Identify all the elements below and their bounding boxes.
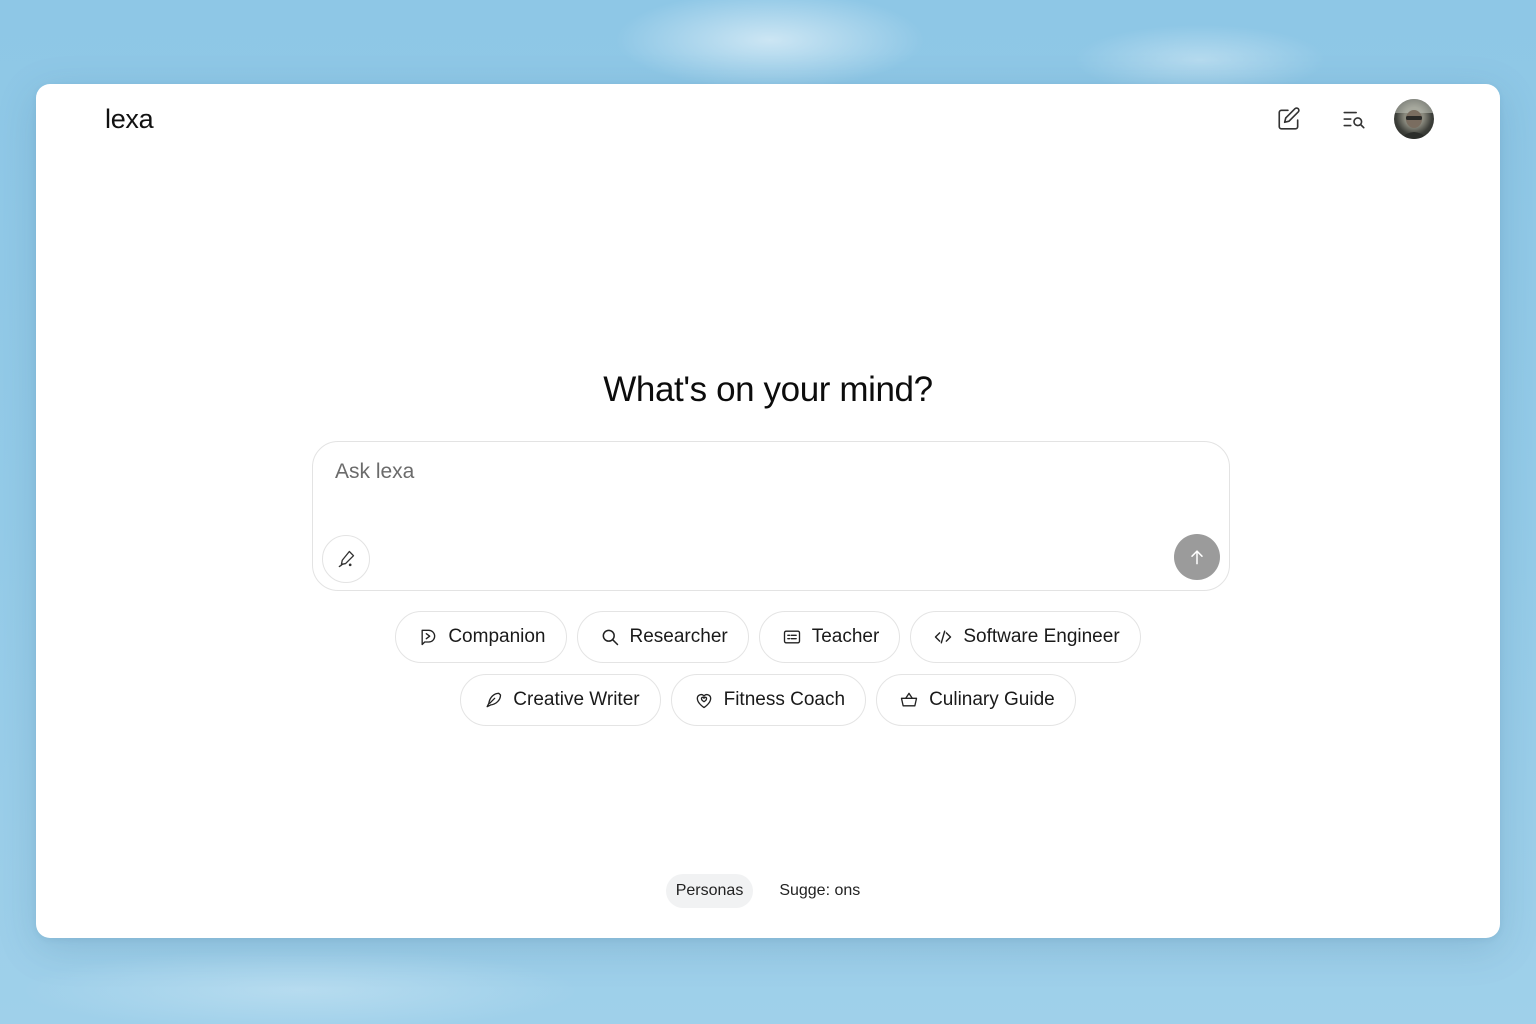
tools-button[interactable]	[322, 535, 370, 583]
board-icon	[783, 630, 800, 644]
persona-label: Teacher	[811, 626, 880, 647]
chat-composer	[312, 441, 1230, 591]
avatar-image	[1394, 99, 1434, 139]
new-chat-button[interactable]	[1272, 102, 1306, 136]
page-headline: What's on your mind?	[603, 370, 933, 409]
app-logo: lexa	[105, 104, 154, 134]
persona-label: Software Engineer	[963, 626, 1120, 647]
persona-teacher[interactable]: Teacher	[758, 611, 901, 663]
search-icon	[602, 629, 618, 646]
user-avatar[interactable]	[1394, 99, 1434, 139]
persona-culinary-guide[interactable]: Culinary Guide	[876, 674, 1076, 726]
persona-creative-writer[interactable]: Creative Writer	[460, 674, 661, 726]
persona-row-1: Companion Researcher Teacher Software En…	[36, 611, 1500, 663]
edit-icon	[1278, 107, 1300, 130]
persona-software-engineer[interactable]: Software Engineer	[910, 611, 1141, 663]
ask-input[interactable]	[335, 460, 1195, 520]
persona-label: Culinary Guide	[929, 689, 1055, 710]
pen-icon	[338, 550, 355, 568]
basket-icon	[900, 692, 918, 707]
companion-icon	[421, 629, 436, 646]
persona-researcher[interactable]: Researcher	[576, 611, 749, 663]
code-icon	[935, 630, 952, 644]
feather-icon	[486, 692, 502, 708]
list-search-icon	[1343, 111, 1365, 129]
tab-suggestions[interactable]: Sugge: ons	[769, 874, 870, 908]
persona-label: Creative Writer	[513, 689, 640, 710]
send-button[interactable]	[1174, 534, 1220, 580]
search-chats-button[interactable]	[1337, 102, 1371, 136]
arrow-up-icon	[1191, 550, 1203, 565]
persona-row-2: Creative Writer Fitness Coach Culinary G…	[36, 674, 1500, 726]
heart-shield-icon	[696, 693, 711, 709]
persona-label: Companion	[448, 626, 546, 647]
persona-fitness-coach[interactable]: Fitness Coach	[670, 674, 867, 726]
bottom-tabs: Personas Sugge: ons	[36, 874, 1500, 908]
persona-label: Researcher	[629, 626, 728, 647]
app-window: lexa What's on your mind? Ask lexa Compa…	[36, 84, 1500, 938]
persona-label: Fitness Coach	[723, 689, 846, 710]
tab-personas[interactable]: Personas	[665, 874, 754, 908]
persona-companion[interactable]: Companion	[395, 611, 567, 663]
